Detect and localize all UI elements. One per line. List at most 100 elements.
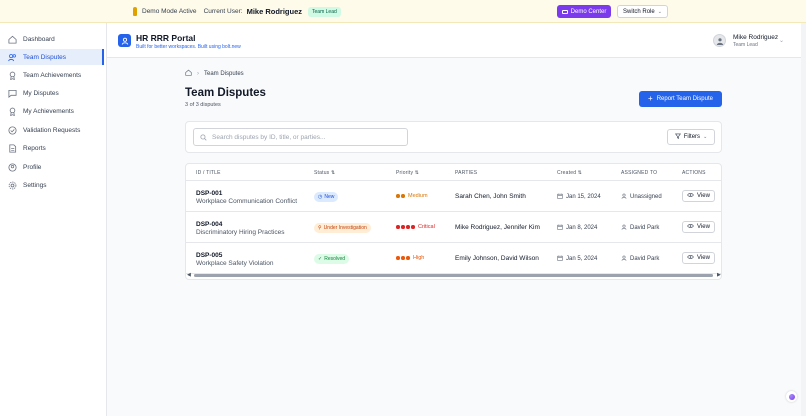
table-horizontal-scrollbar[interactable]: ◀ ▶ xyxy=(186,271,721,279)
view-label: View xyxy=(697,224,710,230)
view-button[interactable]: View xyxy=(682,221,715,233)
check-circle-icon xyxy=(8,125,17,135)
status-badge: ✓ Resolved xyxy=(314,254,350,264)
gear-icon xyxy=(8,181,17,190)
award-icon xyxy=(8,71,17,80)
dispute-id[interactable]: DSP-004 xyxy=(196,221,222,228)
sort-icon: ⇅ xyxy=(577,170,583,176)
view-button[interactable]: View xyxy=(682,190,715,202)
search-icon xyxy=(200,128,207,146)
table-row[interactable]: DSP-004 Discriminatory Hiring Practices … xyxy=(186,212,721,243)
breadcrumb: › Team Disputes xyxy=(185,69,244,78)
sidebar-item-label: Team Disputes xyxy=(23,53,66,61)
view-label: View xyxy=(697,255,710,261)
app-subtitle[interactable]: Built for better workspaces. Built using… xyxy=(136,44,241,50)
sidebar-item-team-achievements[interactable]: Team Achievements xyxy=(0,67,104,83)
calendar-icon xyxy=(557,224,563,232)
award-icon xyxy=(8,107,17,116)
priority-indicator: High xyxy=(396,255,424,261)
filters-button[interactable]: Filters ⌄ xyxy=(667,129,715,145)
dispute-parties: Sarah Chen, John Smith xyxy=(455,193,526,200)
status-text: Resolved xyxy=(324,256,346,262)
calendar-icon xyxy=(557,193,563,201)
disputes-table: ID / TITLE Status ⇅ Priority ⇅ PARTIES C… xyxy=(185,163,722,280)
chevron-down-icon[interactable]: ⌄ xyxy=(779,37,784,44)
sidebar-item-dashboard[interactable]: Dashboard xyxy=(0,31,104,47)
sidebar-item-profile[interactable]: Profile xyxy=(0,159,104,175)
priority-text: Critical xyxy=(418,224,435,230)
chevron-right-icon: › xyxy=(197,70,199,77)
sort-icon: ⇅ xyxy=(330,170,336,176)
priority-indicator: Critical xyxy=(396,224,435,230)
priority-indicator: Medium xyxy=(396,193,428,199)
dispute-parties: Mike Rodriguez, Jennifer Kim xyxy=(455,224,540,231)
calendar-icon xyxy=(557,255,563,263)
priority-header-label: Priority xyxy=(396,170,414,176)
column-header-priority[interactable]: Priority ⇅ xyxy=(396,170,419,176)
assigned-to: David Park xyxy=(621,255,659,263)
search-box xyxy=(193,128,408,146)
user-icon xyxy=(8,162,17,172)
column-header-assigned: ASSIGNED TO xyxy=(621,170,658,176)
dispute-id[interactable]: DSP-005 xyxy=(196,252,222,259)
assigned-text: David Park xyxy=(630,225,660,231)
sidebar-item-label: Team Achievements xyxy=(23,71,82,79)
file-icon xyxy=(8,143,17,153)
dispute-id[interactable]: DSP-001 xyxy=(196,190,222,197)
sidebar-item-label: My Achievements xyxy=(23,107,74,115)
scrollbar-thumb[interactable] xyxy=(194,274,713,277)
search-input[interactable] xyxy=(212,133,402,141)
assigned-text: Unassigned xyxy=(630,194,662,200)
chevron-down-icon: ⌄ xyxy=(703,134,708,140)
avatar[interactable] xyxy=(713,34,726,47)
created-date: Jan 5, 2024 xyxy=(557,255,597,263)
column-header-status[interactable]: Status ⇅ xyxy=(314,170,335,176)
demo-mode-bar: Demo Mode Active Current User: Mike Rodr… xyxy=(0,0,806,23)
created-text: Jan 15, 2024 xyxy=(566,194,601,200)
sidebar-item-label: Reports xyxy=(23,144,46,152)
view-button[interactable]: View xyxy=(682,252,715,264)
portal-logo-icon xyxy=(118,34,131,47)
filter-icon xyxy=(674,133,681,141)
column-header-id-title: ID / TITLE xyxy=(196,170,221,176)
eye-icon xyxy=(687,192,694,200)
current-user-name: Mike Rodriguez xyxy=(246,7,303,16)
sidebar: Dashboard Team Disputes Team Achievement… xyxy=(0,23,107,416)
sidebar-item-my-disputes[interactable]: My Disputes xyxy=(0,85,104,101)
view-label: View xyxy=(697,193,710,199)
sidebar-item-team-disputes[interactable]: Team Disputes xyxy=(0,49,104,65)
report-team-dispute-button[interactable]: + Report Team Dispute xyxy=(639,91,722,107)
status-badge: ◷ New xyxy=(314,192,339,202)
search-icon: ⚲ xyxy=(318,225,322,231)
dispute-title: Workplace Safety Violation xyxy=(196,260,274,267)
clock-icon: ◷ xyxy=(318,194,323,200)
message-icon xyxy=(8,89,17,98)
eye-icon xyxy=(687,223,694,231)
demo-mode-info: Demo Mode Active Current User: Mike Rodr… xyxy=(133,0,341,23)
user-icon xyxy=(621,255,627,263)
header-user-name[interactable]: Mike Rodriguez xyxy=(733,34,778,41)
sidebar-item-label: My Disputes xyxy=(23,89,59,97)
page-title: Team Disputes xyxy=(185,87,266,99)
sort-icon: ⇅ xyxy=(414,170,420,176)
table-row[interactable]: DSP-005 Workplace Safety Violation ✓ Reso… xyxy=(186,243,721,274)
assistant-bubble-icon[interactable] xyxy=(786,391,797,402)
demo-center-button[interactable]: Demo Center xyxy=(557,5,611,18)
home-icon[interactable] xyxy=(185,69,192,78)
switch-role-button[interactable]: Switch Role ⌄ xyxy=(617,5,668,18)
sidebar-item-reports[interactable]: Reports xyxy=(0,140,104,156)
created-header-label: Created xyxy=(557,170,577,176)
sidebar-item-settings[interactable]: Settings xyxy=(0,177,104,193)
scroll-right-icon[interactable]: ▶ xyxy=(717,272,721,278)
report-button-label: Report Team Dispute xyxy=(656,96,713,102)
sidebar-item-my-achievements[interactable]: My Achievements xyxy=(0,103,104,119)
scroll-left-icon[interactable]: ◀ xyxy=(187,272,191,278)
check-circle-icon: ✓ xyxy=(318,256,323,262)
sidebar-item-validation-requests[interactable]: Validation Requests xyxy=(0,122,104,138)
priority-text: High xyxy=(413,255,425,261)
table-row[interactable]: DSP-001 Workplace Communication Conflict… xyxy=(186,181,721,212)
app-title: HR RRR Portal xyxy=(136,33,196,43)
page-vertical-scrollbar[interactable] xyxy=(801,23,806,416)
eye-icon xyxy=(687,254,694,262)
column-header-created[interactable]: Created ⇅ xyxy=(557,170,582,176)
